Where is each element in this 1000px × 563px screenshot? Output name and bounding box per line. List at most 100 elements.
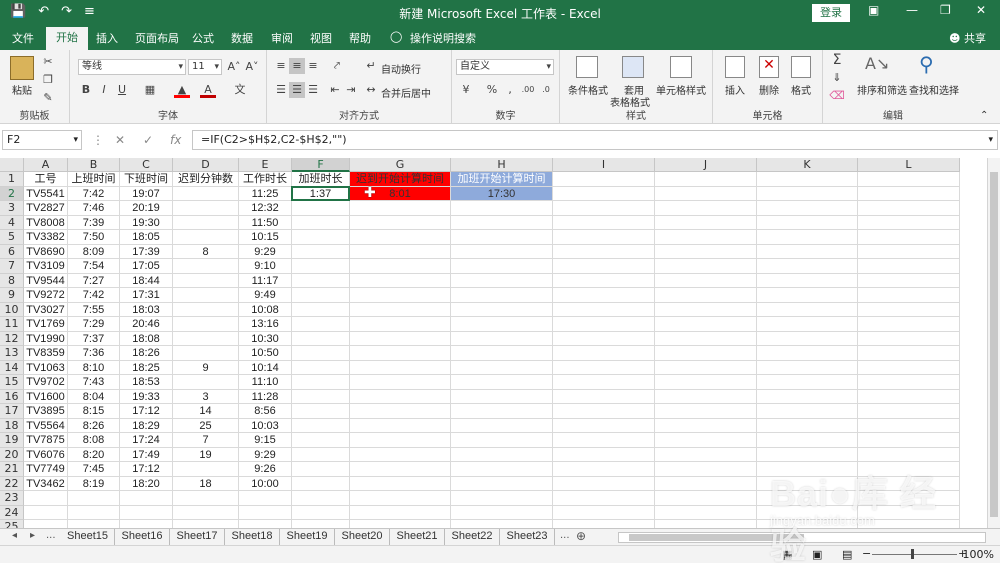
grid-cell[interactable] xyxy=(757,317,858,332)
grid-cell[interactable] xyxy=(451,520,553,528)
data-cell[interactable]: 18:53 xyxy=(120,375,173,390)
grid-cell[interactable] xyxy=(451,476,553,491)
grid-cell[interactable] xyxy=(858,215,960,230)
data-cell[interactable]: TV2827 xyxy=(24,201,68,216)
font-size-select[interactable]: 11 ▾ xyxy=(188,59,222,75)
copy-icon[interactable]: ❐ xyxy=(40,72,56,88)
grid-cell[interactable] xyxy=(655,462,757,477)
grid-cell[interactable] xyxy=(553,433,655,448)
sheet-tab-sheet22[interactable]: Sheet22 xyxy=(445,529,500,545)
grid-cell[interactable] xyxy=(757,491,858,506)
align-middle-icon[interactable]: ≡ xyxy=(289,58,305,74)
grid-cell[interactable] xyxy=(858,404,960,419)
sheet-tab-sheet23[interactable]: Sheet23 xyxy=(500,529,555,545)
row-header-11[interactable]: 11 xyxy=(0,317,24,332)
grid-cell[interactable] xyxy=(858,389,960,404)
data-cell[interactable]: 17:05 xyxy=(120,259,173,274)
grid-cell[interactable] xyxy=(553,172,655,187)
data-cell[interactable]: TV6076 xyxy=(24,447,68,462)
grid-cell[interactable] xyxy=(757,433,858,448)
share-button[interactable]: ☻ 共享 xyxy=(949,30,986,46)
data-cell[interactable]: 19:07 xyxy=(120,186,173,201)
row-header-16[interactable]: 16 xyxy=(0,389,24,404)
close-button[interactable]: ✕ xyxy=(976,3,986,17)
data-cell[interactable]: TV3462 xyxy=(24,476,68,491)
data-cell[interactable]: 20:46 xyxy=(120,317,173,332)
grid-cell[interactable] xyxy=(553,360,655,375)
grid-cell[interactable] xyxy=(350,259,451,274)
grid-cell[interactable] xyxy=(655,302,757,317)
grid-cell[interactable] xyxy=(553,375,655,390)
header-cell-h[interactable]: 加班开始计算时间 xyxy=(451,172,553,187)
data-cell[interactable]: 8:56 xyxy=(239,404,292,419)
row-header-3[interactable]: 3 xyxy=(0,201,24,216)
grid-cell[interactable] xyxy=(655,520,757,528)
grid-cell[interactable] xyxy=(239,491,292,506)
grid-cell[interactable] xyxy=(757,186,858,201)
data-cell[interactable]: 9 xyxy=(173,360,239,375)
zoom-slider-knob[interactable] xyxy=(911,549,914,559)
grid-cell[interactable] xyxy=(350,201,451,216)
data-cell[interactable]: 9:26 xyxy=(239,462,292,477)
grid-cell[interactable] xyxy=(451,433,553,448)
sheet-tab-sheet15[interactable]: Sheet15 xyxy=(61,529,115,545)
grid-cell[interactable] xyxy=(858,462,960,477)
autosum-button[interactable]: Σ xyxy=(829,52,845,68)
grid-cell[interactable] xyxy=(757,172,858,187)
data-cell[interactable]: 8 xyxy=(173,244,239,259)
zoom-level[interactable]: 100% xyxy=(963,548,994,561)
data-cell[interactable]: 7:50 xyxy=(68,230,120,245)
grid-cell[interactable] xyxy=(451,244,553,259)
grid-cell[interactable] xyxy=(451,346,553,361)
grid-cell[interactable] xyxy=(451,505,553,520)
new-sheet-button[interactable]: ⊕ xyxy=(576,529,586,543)
wrap-text-button[interactable]: 自动换行 xyxy=(381,61,421,76)
tab-page-layout[interactable]: 页面布局 xyxy=(135,30,179,46)
grid-cell[interactable] xyxy=(173,491,239,506)
grid-cell[interactable] xyxy=(239,505,292,520)
insert-cells-button[interactable]: 插入 xyxy=(725,82,745,97)
row-header-24[interactable]: 24 xyxy=(0,505,24,520)
format-cells-button[interactable]: 格式 xyxy=(791,82,811,97)
grid-cell[interactable] xyxy=(451,447,553,462)
grid-cell[interactable] xyxy=(757,447,858,462)
percent-button[interactable]: % xyxy=(484,82,500,98)
data-cell[interactable]: TV8008 xyxy=(24,215,68,230)
grid-cell[interactable] xyxy=(655,172,757,187)
grid-cell[interactable] xyxy=(858,520,960,528)
grid-cell[interactable] xyxy=(350,375,451,390)
select-all-corner[interactable] xyxy=(0,158,24,172)
grid-cell[interactable] xyxy=(553,462,655,477)
sheet-next-button[interactable]: ▸ xyxy=(30,530,35,541)
header-cell-d[interactable]: 迟到分钟数 xyxy=(173,172,239,187)
data-cell[interactable]: 7:46 xyxy=(68,201,120,216)
grid-cell[interactable] xyxy=(292,244,350,259)
clear-icon[interactable]: ⌫ xyxy=(829,88,845,104)
data-cell[interactable]: 8:15 xyxy=(68,404,120,419)
grow-font-button[interactable]: A˄ xyxy=(226,59,242,75)
grid-cell[interactable] xyxy=(655,317,757,332)
grid-cell[interactable] xyxy=(553,520,655,528)
data-cell[interactable]: 20:19 xyxy=(120,201,173,216)
grid-cell[interactable] xyxy=(350,433,451,448)
format-cells-icon[interactable] xyxy=(791,56,811,78)
grid-cell[interactable] xyxy=(655,331,757,346)
data-cell[interactable]: 9:29 xyxy=(239,447,292,462)
data-cell[interactable]: 12:32 xyxy=(239,201,292,216)
row-header-13[interactable]: 13 xyxy=(0,346,24,361)
header-cell-f[interactable]: 加班时长 xyxy=(292,172,350,187)
header-cell-a[interactable]: 工号 xyxy=(24,172,68,187)
delete-cells-icon[interactable]: ✕ xyxy=(759,56,779,78)
data-cell[interactable]: 18:25 xyxy=(120,360,173,375)
grid-cell[interactable] xyxy=(350,505,451,520)
insert-cells-icon[interactable] xyxy=(725,56,745,78)
row-header-1[interactable]: 1 xyxy=(0,172,24,187)
align-top-icon[interactable]: ≡ xyxy=(273,58,289,74)
grid-cell[interactable] xyxy=(858,476,960,491)
horizontal-scrollbar[interactable] xyxy=(618,532,986,543)
grid-cell[interactable] xyxy=(451,331,553,346)
grid-cell[interactable] xyxy=(553,273,655,288)
grid-cell[interactable] xyxy=(451,273,553,288)
data-cell[interactable]: 7 xyxy=(173,433,239,448)
vertical-scrollbar[interactable] xyxy=(987,158,1000,528)
